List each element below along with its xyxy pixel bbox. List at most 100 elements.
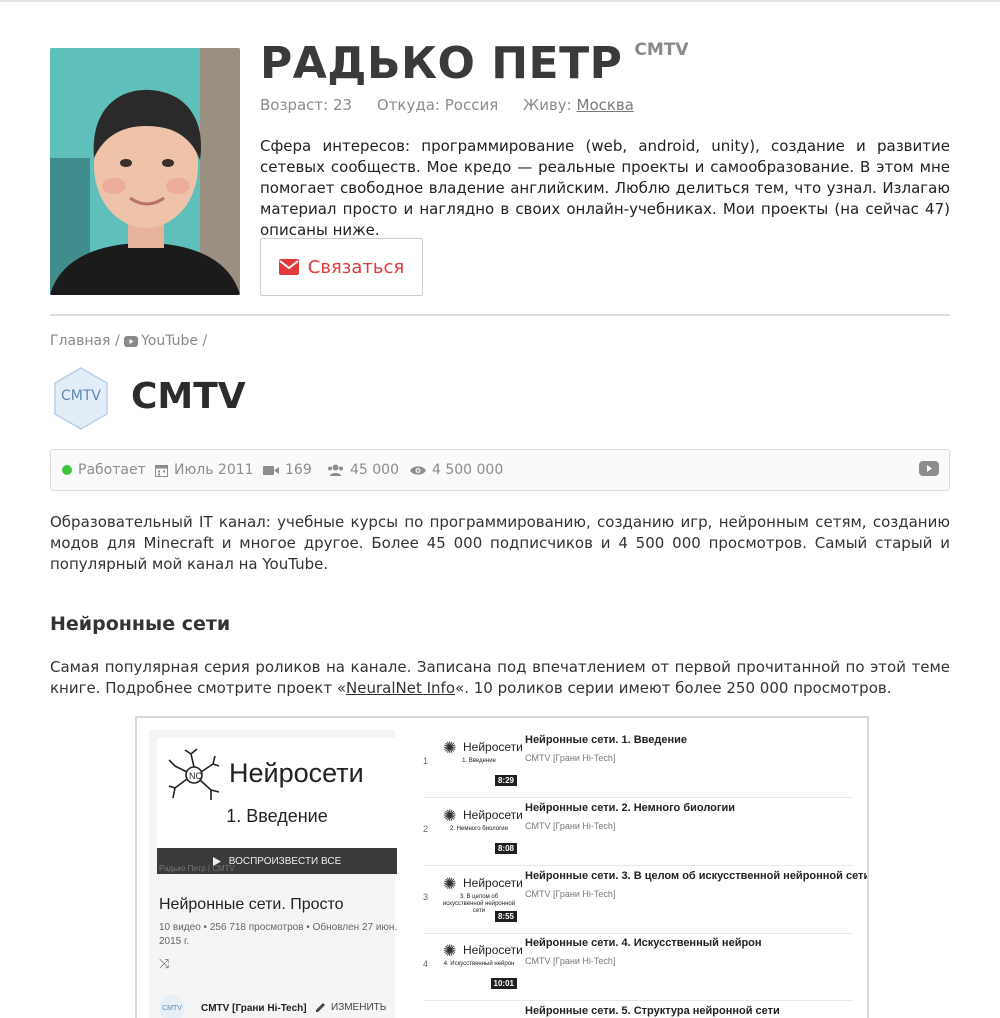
edit-label: ИЗМЕНИТЬ <box>331 1002 387 1013</box>
breadcrumb-youtube[interactable]: YouTube <box>141 333 198 349</box>
playlist-item[interactable]: Нейронные сети. 5. Структура нейронной с… <box>423 1001 853 1018</box>
lives-link[interactable]: Москва <box>577 96 634 114</box>
shuffle-icon[interactable]: ⤨ <box>159 956 169 972</box>
views-count: 4 500 000 <box>432 462 504 478</box>
item-thumb-word: Нейросети <box>463 740 523 754</box>
playlist-embed[interactable]: NC Нейросети 1. Введение ВОСПРОИЗВЕСТИ В… <box>135 716 869 1018</box>
neuron-logo-icon: NC <box>168 748 220 800</box>
neuralnet-link[interactable]: NeuralNet Info <box>346 679 455 697</box>
item-channel[interactable]: CMTV [Грани Hi-Tech] <box>525 753 615 763</box>
age-label: Возраст: <box>260 96 329 114</box>
breadcrumb-separator: / <box>114 333 120 349</box>
video-camera-icon <box>263 465 279 475</box>
item-duration: 10:01 <box>490 978 517 989</box>
item-number: 3 <box>423 892 429 902</box>
age-value: 23 <box>332 96 353 114</box>
thumbnail-subtitle: 1. Введение <box>226 806 328 826</box>
profile-meta: Возраст: 23 Откуда: Россия Живу: Москва <box>260 96 634 114</box>
profile-about: Сфера интересов: программирование (web, … <box>260 137 950 239</box>
playlist-title[interactable]: Нейронные сети. Просто <box>159 896 344 914</box>
thumbnail-author: Радько Петр | CMTV <box>159 864 235 873</box>
item-thumbnail[interactable]: ✺ Нейросети 4. Искусственный нейрон 10:0… <box>439 937 523 995</box>
owner-name[interactable]: CMTV [Грани Hi-Tech] <box>201 1003 307 1014</box>
playlist-info: 10 видео • 256 718 просмотров • Обновлен… <box>159 922 398 947</box>
profile-name-row: РАДЬКО ПЕТР CMTV <box>260 38 689 98</box>
playlist-item[interactable]: 2 ✺ Нейросети 2. Немного биологии 8:08 Н… <box>423 798 853 866</box>
channel-stats-bar: Работает Июль 2011 169 45 000 4 500 000 <box>50 449 950 491</box>
users-icon <box>328 464 343 476</box>
item-thumb-word: Нейросети <box>463 808 523 822</box>
subscribers-count: 45 000 <box>350 462 399 478</box>
item-title[interactable]: Нейронные сети. 5. Структура нейронной с… <box>525 1005 780 1017</box>
profile-photo <box>50 48 240 295</box>
playlist-sidebar: NC Нейросети 1. Введение ВОСПРОИЗВЕСТИ В… <box>149 730 397 1018</box>
eye-icon <box>410 465 426 475</box>
date-text: Июль 2011 <box>174 462 254 478</box>
playlist-owner: CMTV CMTV [Грани Hi-Tech] ИЗМЕНИТЬ <box>159 995 399 1018</box>
pencil-icon <box>316 1003 325 1012</box>
item-thumb-subtitle: 1. Введение <box>462 758 496 764</box>
item-duration: 8:55 <box>494 911 517 922</box>
portrait-illustration <box>50 48 240 295</box>
views-stat: 4 500 000 <box>410 462 503 478</box>
item-duration: 8:29 <box>494 775 517 786</box>
play-all-label: ВОСПРОИЗВЕСТИ ВСЕ <box>228 855 342 867</box>
item-channel[interactable]: CMTV [Грани Hi-Tech] <box>525 821 615 831</box>
profile-tag: CMTV <box>634 40 689 60</box>
from-value: Россия <box>444 96 499 114</box>
breadcrumb-home[interactable]: Главная <box>50 333 110 349</box>
item-channel[interactable]: CMTV [Грани Hi-Tech] <box>525 956 615 966</box>
section-text: Самая популярная серия роликов на канале… <box>50 657 950 699</box>
channel-logo-label: CMTV <box>61 388 101 404</box>
thumbnail-word: Нейросети <box>229 758 364 788</box>
contact-button[interactable]: Связаться <box>260 238 423 296</box>
channel-title: CMTV <box>131 376 246 417</box>
section-title: Нейронные сети <box>50 613 231 635</box>
neuron-logo-icon: ✺ <box>443 808 457 825</box>
youtube-icon[interactable] <box>919 461 939 476</box>
date-stat: Июль 2011 <box>155 462 254 478</box>
lives-label: Живу: <box>523 96 572 114</box>
item-thumb-word: Нейросети <box>463 876 523 890</box>
item-thumb-subtitle: 4. Искусственный нейрон <box>443 961 515 967</box>
item-channel[interactable]: CMTV [Грани Hi-Tech] <box>525 889 615 899</box>
calendar-icon <box>155 464 168 477</box>
edit-button[interactable]: ИЗМЕНИТЬ <box>315 1002 386 1013</box>
item-title[interactable]: Нейронные сети. 2. Немного биологии <box>525 802 735 814</box>
item-title[interactable]: Нейронные сети. 1. Введение <box>525 734 687 746</box>
divider <box>50 314 950 316</box>
svg-text:NC: NC <box>189 771 202 781</box>
item-thumbnail[interactable]: ✺ Нейросети 3. В целом об искусственной … <box>439 870 523 928</box>
playlist-item[interactable]: 4 ✺ Нейросети 4. Искусственный нейрон 10… <box>423 933 853 1001</box>
item-thumb-subtitle: 2. Немного биологии <box>450 826 508 832</box>
section-text-after: «. 10 роликов серии имеют более 250 000 … <box>455 679 892 697</box>
item-title[interactable]: Нейронные сети. 3. В целом об искусствен… <box>525 870 867 882</box>
breadcrumb-trailing-separator: / <box>202 333 208 349</box>
owner-avatar[interactable]: CMTV <box>159 995 185 1018</box>
item-number: 4 <box>423 959 429 969</box>
neuron-logo-icon: ✺ <box>443 740 457 757</box>
playlist-item[interactable]: 3 ✺ Нейросети 3. В целом об искусственно… <box>423 866 867 934</box>
top-border <box>0 0 1000 2</box>
videos-count: 169 <box>285 462 312 478</box>
status-text: Работает <box>78 462 146 478</box>
item-thumbnail[interactable]: ✺ Нейросети 2. Немного биологии 8:08 <box>439 802 523 860</box>
status-stat: Работает <box>62 462 146 478</box>
videos-stat: 169 <box>263 462 312 478</box>
contact-label: Связаться <box>307 256 405 278</box>
status-dot-icon <box>62 465 72 475</box>
item-number: 1 <box>423 756 429 766</box>
item-thumbnail[interactable]: ✺ Нейросети 1. Введение 8:29 <box>439 734 523 792</box>
envelope-icon <box>278 259 299 275</box>
item-duration: 8:08 <box>494 843 517 854</box>
from-label: Откуда: <box>376 96 440 114</box>
youtube-icon <box>124 336 139 347</box>
profile-name: РАДЬКО ПЕТР <box>260 38 623 89</box>
breadcrumb: Главная / YouTube / <box>50 333 207 349</box>
neuron-logo-icon: ✺ <box>443 876 457 893</box>
subscribers-stat: 45 000 <box>327 462 399 478</box>
item-number: 2 <box>423 824 429 834</box>
item-title[interactable]: Нейронные сети. 4. Искусственный нейрон <box>525 937 762 949</box>
playlist-item[interactable]: 1 ✺ Нейросети 1. Введение 8:29 Нейронные… <box>423 730 853 798</box>
channel-description: Образовательный IT канал: учебные курсы … <box>50 513 950 573</box>
